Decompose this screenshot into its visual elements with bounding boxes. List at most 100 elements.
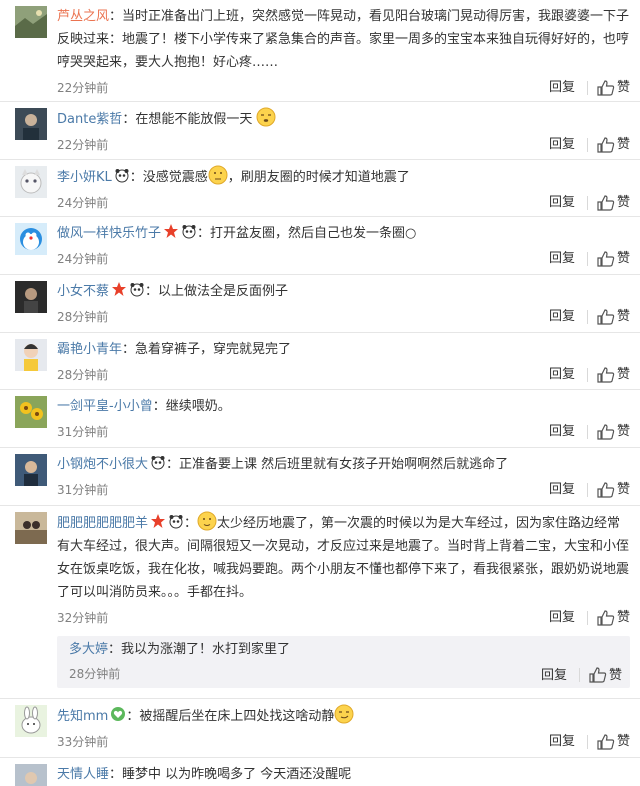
reply-button[interactable]: 回复: [549, 189, 575, 217]
comment-content: ：被摇醒后坐在床上四处找这啥动静: [126, 709, 335, 724]
comment-content: ：急着穿裤子，穿完就晃完了: [122, 342, 292, 357]
username-link[interactable]: 芦丛之风: [57, 9, 109, 24]
reply-time: 28分钟前: [69, 667, 121, 681]
like-button[interactable]: 赞: [597, 418, 630, 446]
panda-badge-icon: [169, 515, 183, 529]
avatar[interactable]: [15, 339, 47, 371]
comment-content: ：打开盆友圈，然后自己也发一条圈○: [197, 226, 417, 241]
reply-button[interactable]: 回复: [549, 604, 575, 632]
username-link[interactable]: 霸艳小青年: [57, 342, 122, 357]
comment-time: 22分钟前: [57, 138, 109, 152]
reply-button[interactable]: 回复: [549, 361, 575, 389]
reply-button[interactable]: 回复: [549, 131, 575, 159]
panda-badge-icon: [151, 456, 165, 470]
comment-item: 小女不蔡 ：以上做法全是反面例子 28分钟前 回复 赞: [0, 275, 640, 333]
divider: [586, 611, 588, 625]
thumbs-up-icon: [597, 734, 615, 750]
comment-item: 小钢炮不小很大 ：正准备要上课 然后班里就有女孩子开始啊啊然后就逃命了 31分钟前…: [0, 448, 640, 506]
like-button[interactable]: 赞: [597, 361, 630, 389]
username-link[interactable]: 李小妍KL: [57, 170, 112, 185]
thumbs-up-icon: [597, 195, 615, 211]
reply-button[interactable]: 回复: [549, 418, 575, 446]
avatar[interactable]: [15, 454, 47, 486]
avatar[interactable]: [15, 512, 47, 544]
comment-item: 霸艳小青年：急着穿裤子，穿完就晃完了 28分钟前 回复 赞: [0, 333, 640, 390]
comment-time: 31分钟前: [57, 483, 109, 497]
panda-badge-icon: [130, 283, 144, 297]
comment-item: 李小妍KL ：没感觉震感 ，刷朋友圈的时候才知道地震了 24分钟前 回复 赞: [0, 160, 640, 217]
like-button[interactable]: 赞: [597, 245, 630, 273]
comment-item: 做风一样快乐竹子 ：打开盆友圈，然后自己也发一条圈○ 24分钟前 回复 赞: [0, 217, 640, 275]
like-button[interactable]: 赞: [597, 189, 630, 217]
heart-badge-icon: [111, 707, 126, 721]
username-link[interactable]: 做风一样快乐竹子: [57, 226, 161, 241]
reply-button[interactable]: 回复: [549, 303, 575, 331]
like-button[interactable]: 赞: [589, 662, 622, 689]
avatar[interactable]: [15, 166, 47, 198]
comment-content: ：睡梦中 以为昨晚喝多了 今天酒还没醒呢: [109, 767, 352, 782]
thumbs-up-icon: [597, 367, 615, 383]
comment-item: Dante紫哲：在想能不能放假一天 22分钟前 回复 赞: [0, 102, 640, 160]
comment-content: ：正准备要上课 然后班里就有女孩子开始啊啊然后就逃命了: [166, 457, 509, 472]
avatar[interactable]: [15, 764, 47, 786]
comment-item: 芦丛之风：当时正准备出门上班，突然感觉一阵晃动，看见阳台玻璃门晃动得厉害，我跟婆…: [0, 0, 640, 102]
divider: [586, 368, 588, 382]
username-link[interactable]: 多大婷: [69, 642, 108, 657]
thumbs-up-icon: [589, 667, 607, 683]
comment-time: 31分钟前: [57, 425, 109, 439]
comment-content: ：继续喂奶。: [152, 399, 231, 414]
thumbs-up-icon: [597, 424, 615, 440]
reply-button[interactable]: 回复: [549, 74, 575, 102]
comment-item: 天情人睡：睡梦中 以为昨晚喝多了 今天酒还没醒呢: [0, 758, 640, 786]
nested-reply: 多大婷：我以为涨潮了！水打到家里了 28分钟前 回复 赞: [57, 636, 630, 688]
star-badge-icon: [164, 224, 179, 238]
comment-content: ：在想能不能放假一天: [122, 112, 253, 127]
thumbs-up-icon: [597, 80, 615, 96]
divider: [586, 252, 588, 266]
comment-text: 芦丛之风：当时正准备出门上班，突然感觉一阵晃动，看见阳台玻璃门晃动得厉害，我跟婆…: [57, 5, 630, 74]
thumbs-up-icon: [597, 309, 615, 325]
reply-button[interactable]: 回复: [549, 245, 575, 273]
star-badge-icon: [112, 282, 127, 296]
comment-item: 先知mm ：被摇醒后坐在床上四处找这啥动静 33分钟前 回复 赞: [0, 699, 640, 758]
username-link[interactable]: 小钢炮不小很大: [57, 457, 148, 472]
comment-item: 一剑平皇-小小曾：继续喂奶。 31分钟前 回复 赞: [0, 390, 640, 448]
username-link[interactable]: 一剑平皇-小小曾: [57, 399, 153, 414]
thumbs-up-icon: [597, 482, 615, 498]
divider: [586, 483, 588, 497]
reply-button[interactable]: 回复: [541, 662, 567, 689]
like-button[interactable]: 赞: [597, 476, 630, 504]
comment-content: ：以上做法全是反面例子: [145, 284, 289, 299]
avatar[interactable]: [15, 6, 47, 38]
username-link[interactable]: 肥肥肥肥肥肥羊: [57, 516, 148, 531]
comment-content: ：没感觉震感: [129, 170, 208, 185]
like-button[interactable]: 赞: [597, 728, 630, 756]
reply-button[interactable]: 回复: [549, 476, 575, 504]
divider: [586, 138, 588, 152]
comment-time: 22分钟前: [57, 81, 109, 95]
comment-content: ：当时正准备出门上班，突然感觉一阵晃动，看见阳台玻璃门晃动得厉害，我跟婆婆一下子…: [57, 9, 630, 70]
reply-button[interactable]: 回复: [549, 728, 575, 756]
like-button[interactable]: 赞: [597, 303, 630, 331]
username-link[interactable]: 天情人睡: [57, 767, 109, 782]
comment-meta: 22分钟前 回复 赞: [57, 74, 630, 102]
thumbs-up-icon: [597, 137, 615, 153]
like-button[interactable]: 赞: [597, 74, 630, 102]
divider: [586, 425, 588, 439]
username-link[interactable]: Dante紫哲: [57, 112, 122, 127]
comment-item: 肥肥肥肥肥肥羊：太少经历地震了，第一次震的时候以为是大车经过，因为家住路边经常有…: [0, 506, 640, 699]
panda-badge-icon: [182, 225, 196, 239]
divider: [586, 196, 588, 210]
username-link[interactable]: 小女不蔡: [57, 284, 109, 299]
avatar[interactable]: [15, 396, 47, 428]
avatar[interactable]: [15, 705, 47, 737]
avatar[interactable]: [15, 223, 47, 255]
username-link[interactable]: 先知mm: [57, 709, 108, 724]
sleepy-emoji-icon: [256, 107, 276, 127]
avatar[interactable]: [15, 108, 47, 140]
thumbs-up-icon: [597, 251, 615, 267]
thumbs-up-icon: [597, 610, 615, 626]
like-button[interactable]: 赞: [597, 604, 630, 632]
avatar[interactable]: [15, 281, 47, 313]
like-button[interactable]: 赞: [597, 131, 630, 159]
